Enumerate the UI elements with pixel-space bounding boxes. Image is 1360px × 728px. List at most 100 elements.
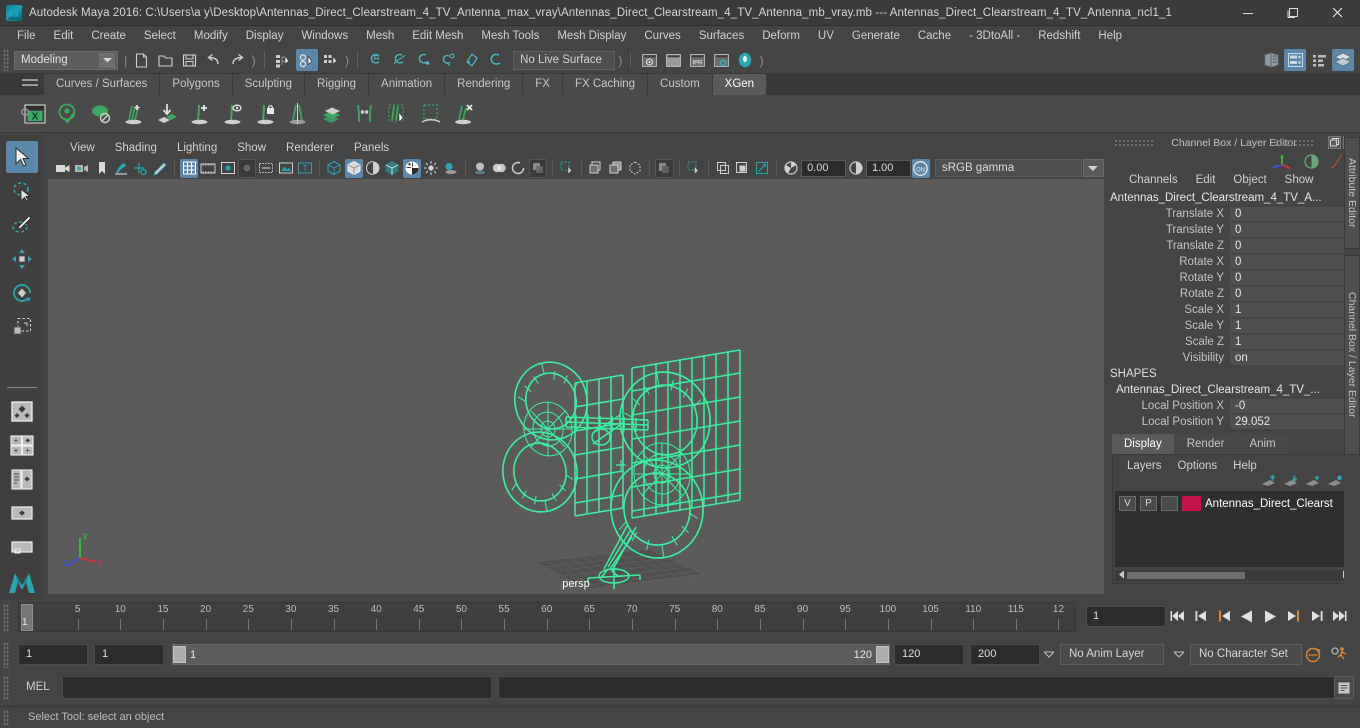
layer-row[interactable]: V P Antennas_Direct_Clearst xyxy=(1119,495,1347,512)
perspective-viewport[interactable]: y x z persp xyxy=(48,179,1104,594)
menu-mesh-display[interactable]: Mesh Display xyxy=(548,26,635,47)
scroll-left-icon[interactable] xyxy=(1115,570,1127,581)
layer-color-swatch[interactable] xyxy=(1182,496,1201,511)
animation-end-time-field[interactable]: 200 xyxy=(970,644,1040,665)
copy-view-icon[interactable] xyxy=(714,159,732,178)
viewport-menu-panels[interactable]: Panels xyxy=(344,139,399,157)
menu-display[interactable]: Display xyxy=(237,26,293,47)
channel-row-rotate-x[interactable]: Rotate X 0 xyxy=(1108,254,1348,270)
shelf-options-icon[interactable] xyxy=(18,105,32,122)
minimize-button[interactable] xyxy=(1225,0,1270,26)
layer-menu-layers[interactable]: Layers xyxy=(1119,457,1170,475)
shelf-menu-icon[interactable] xyxy=(22,79,38,89)
menu-cache[interactable]: Cache xyxy=(909,26,960,47)
xgen-disable-preview-icon[interactable] xyxy=(86,99,116,129)
range-slider[interactable]: 1 120 xyxy=(172,644,890,665)
anim-layer-select[interactable]: No Anim Layer xyxy=(1060,644,1164,665)
current-frame-field[interactable]: 1 xyxy=(1086,606,1166,627)
image-plane-display-icon[interactable] xyxy=(277,159,295,178)
dock-tab-channel-box[interactable]: Channel Box / Layer Editor xyxy=(1344,255,1360,455)
play-backwards-icon[interactable] xyxy=(1237,605,1257,627)
menu-windows[interactable]: Windows xyxy=(292,26,357,47)
channel-row-scale-y[interactable]: Scale Y 1 xyxy=(1108,318,1348,334)
viewport-snapshot-icon[interactable] xyxy=(752,159,770,178)
channel-row-local-position-x[interactable]: Local Position X -0 xyxy=(1108,398,1348,414)
attribute-editor-icon[interactable] xyxy=(1284,49,1306,71)
cb-menu-edit[interactable]: Edit xyxy=(1187,171,1225,190)
hide-panel-icon[interactable] xyxy=(655,158,674,178)
attr-value[interactable]: 1 xyxy=(1230,318,1348,334)
scale-tool[interactable] xyxy=(6,311,38,343)
channel-row-local-position-y[interactable]: Local Position Y 29.052 xyxy=(1108,414,1348,430)
new-layer-icon[interactable] xyxy=(1305,475,1321,488)
render-settings-icon[interactable] xyxy=(710,49,732,71)
menu-modify[interactable]: Modify xyxy=(185,26,237,47)
select-by-object-icon[interactable] xyxy=(295,49,318,71)
panel-grip-right[interactable] xyxy=(1274,139,1314,147)
paint-select-tool[interactable] xyxy=(6,209,38,241)
shadows-icon[interactable] xyxy=(441,159,459,178)
select-camera-icon[interactable] xyxy=(54,159,72,178)
viewport-menu-shading[interactable]: Shading xyxy=(105,139,167,157)
attr-value[interactable]: 0 xyxy=(1230,270,1348,286)
step-forward-keyframe-icon[interactable] xyxy=(1306,605,1326,627)
show-hide-editors-icon[interactable] xyxy=(1260,49,1282,71)
xray-active-icon[interactable] xyxy=(607,159,625,178)
step-forward-frame-icon[interactable] xyxy=(1283,605,1303,627)
wireframe-icon[interactable] xyxy=(325,159,343,178)
xgen-length-icon[interactable] xyxy=(350,99,380,129)
menu-surfaces[interactable]: Surfaces xyxy=(690,26,753,47)
channel-row-translate-x[interactable]: Translate X 0 xyxy=(1108,206,1348,222)
menu-deform[interactable]: Deform xyxy=(753,26,809,47)
gamma-correction-icon[interactable] xyxy=(1303,153,1320,170)
attr-value[interactable]: 0 xyxy=(1230,254,1348,270)
color-management-toggle[interactable]: ON xyxy=(911,158,930,178)
animation-preferences-icon[interactable] xyxy=(1328,644,1352,665)
channel-row-rotate-y[interactable]: Rotate Y 0 xyxy=(1108,270,1348,286)
xray-joints-icon[interactable] xyxy=(257,159,275,178)
layer-menu-help[interactable]: Help xyxy=(1225,457,1265,475)
dock-tab-attribute-editor[interactable]: Attribute Editor xyxy=(1344,137,1360,249)
smooth-shade-flat-icon[interactable] xyxy=(364,159,382,178)
select-by-hierarchy-icon[interactable] xyxy=(272,49,294,71)
multisample-aa-icon[interactable] xyxy=(509,159,527,178)
xgen-select-guides-icon[interactable] xyxy=(383,99,413,129)
menu-create[interactable]: Create xyxy=(82,26,135,47)
menu-help[interactable]: Help xyxy=(1089,26,1131,47)
panel-grip-left[interactable] xyxy=(1114,139,1154,147)
film-gate-icon[interactable] xyxy=(199,159,217,178)
time-slider-grip[interactable] xyxy=(3,604,9,632)
range-end-handle[interactable] xyxy=(876,646,889,663)
make-live-icon[interactable] xyxy=(485,49,507,71)
script-editor-icon[interactable] xyxy=(1334,676,1354,699)
grease-pencil-icon[interactable] xyxy=(151,159,169,178)
range-row-grip[interactable] xyxy=(3,642,9,668)
wireframe-on-shaded-icon[interactable] xyxy=(383,159,401,178)
camera-attributes-icon[interactable] xyxy=(73,159,91,178)
texture-placement-icon[interactable]: T xyxy=(296,159,314,178)
select-by-component-icon[interactable] xyxy=(320,49,342,71)
layer-tab-anim[interactable]: Anim xyxy=(1237,434,1288,454)
command-input-field[interactable] xyxy=(62,676,492,699)
viewport-menu-lighting[interactable]: Lighting xyxy=(167,139,227,157)
snap-to-curve-icon[interactable] xyxy=(389,49,411,71)
save-scene-icon[interactable] xyxy=(178,49,200,71)
new-scene-icon[interactable] xyxy=(130,49,152,71)
bookmark-icon[interactable] xyxy=(93,159,111,178)
motion-blur-icon[interactable] xyxy=(490,159,508,178)
xgen-preview-guide-icon[interactable] xyxy=(218,99,248,129)
shelf-tab-curves-surfaces[interactable]: Curves / Surfaces xyxy=(44,74,160,95)
xgen-add-guide-icon[interactable] xyxy=(185,99,215,129)
gate-mask-icon[interactable] xyxy=(237,158,257,178)
display-layer-list[interactable]: V P Antennas_Direct_Clearst xyxy=(1115,491,1351,567)
attr-value[interactable]: on xyxy=(1230,350,1348,366)
curve-falloff-icon[interactable] xyxy=(1328,153,1344,170)
layer-shading-toggle[interactable] xyxy=(1161,496,1178,511)
paste-view-icon[interactable] xyxy=(733,159,751,178)
viewport-menu-renderer[interactable]: Renderer xyxy=(276,139,344,157)
persp-graph-layout[interactable] xyxy=(6,464,38,496)
gamma-value-field[interactable]: 1.00 xyxy=(866,159,911,177)
menu-edit-mesh[interactable]: Edit Mesh xyxy=(403,26,472,47)
attr-value[interactable]: 1 xyxy=(1230,334,1348,350)
resolution-gate-icon[interactable] xyxy=(219,159,237,178)
